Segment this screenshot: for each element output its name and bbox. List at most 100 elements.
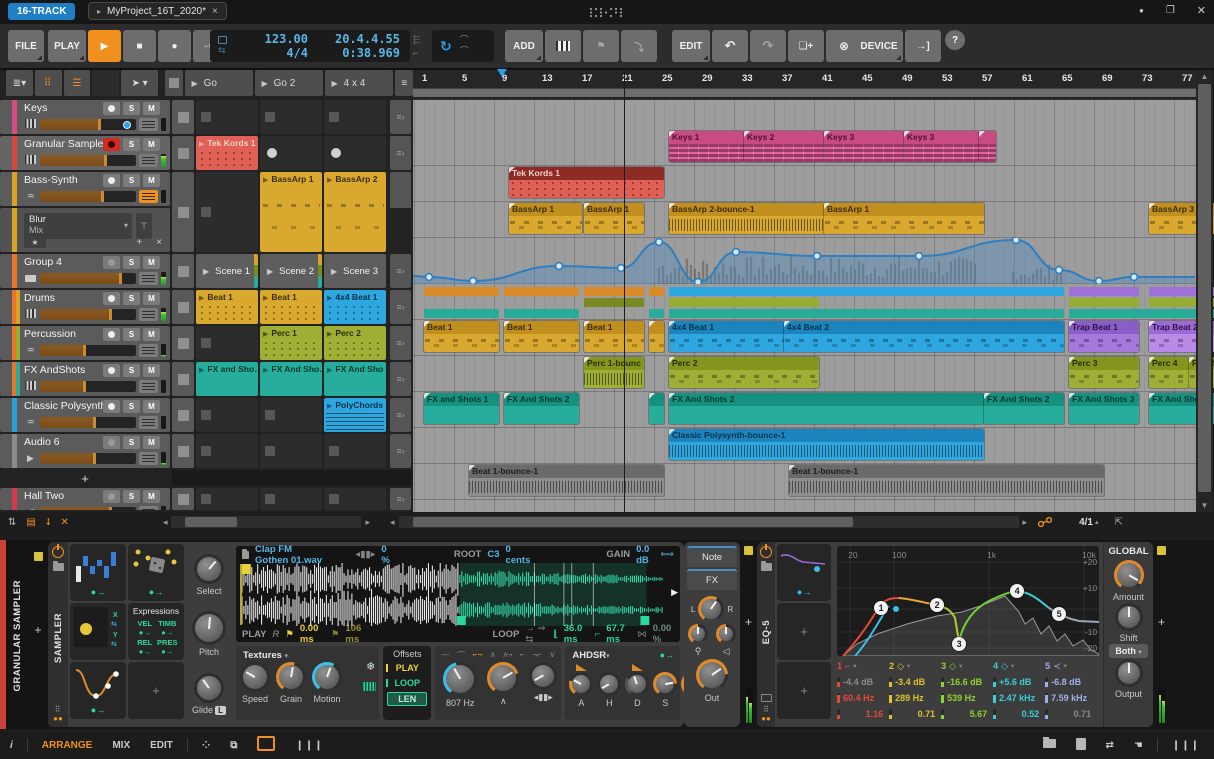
empty-clip-slot[interactable] [201, 494, 211, 504]
launcher-clip[interactable]: ▶ PolyChords [324, 398, 386, 432]
loop-start-value[interactable]: 36.0 ms [564, 623, 589, 645]
eq-band-q[interactable]: 1.16 [837, 706, 889, 722]
arranger-clip[interactable]: FX And Shots 2 [504, 393, 579, 424]
track-header-bass-synth[interactable]: Bass-Synth S M ♒ [0, 172, 170, 206]
launcher-clip[interactable]: ▶ Beat 1 [260, 290, 322, 324]
speed-knob[interactable] [240, 662, 270, 692]
env-a-knob[interactable] [569, 672, 594, 696]
launcher-grid-button[interactable]: ⠿ [34, 70, 62, 96]
track-scene-menu[interactable]: ≡› [390, 326, 411, 360]
eq-color-box[interactable] [744, 546, 753, 555]
chain-color-box[interactable] [33, 552, 43, 561]
track-scene-menu[interactable]: ≡› [390, 290, 411, 324]
eq-band-handle[interactable]: 5 [1052, 607, 1067, 621]
launcher-cell[interactable] [196, 326, 258, 360]
note-volume-knob[interactable] [688, 624, 708, 644]
clip-fade-handle[interactable] [1149, 203, 1155, 209]
volume-fader[interactable] [40, 273, 136, 284]
clip-fade-handle[interactable] [824, 131, 830, 137]
select-knob[interactable] [194, 553, 224, 584]
record-button[interactable]: ● [158, 30, 191, 62]
eq-band-q[interactable]: 0.71 [889, 706, 941, 722]
clip-fade-handle[interactable] [979, 131, 985, 137]
solo-button[interactable]: S [123, 174, 140, 187]
reverse-icon[interactable]: R [272, 629, 279, 640]
eq5-mod-dots-icon[interactable]: ●● [761, 714, 771, 723]
solo-button[interactable]: S [123, 292, 140, 305]
arranger-clip[interactable]: Beat 1-bounce-1 [789, 465, 1104, 496]
mute-button[interactable]: M [143, 328, 160, 341]
transport-display[interactable]: ⇆ 123.00 4/4 20.4.4.55 0:38.969 [210, 30, 410, 62]
pre-roll-icons[interactable]: ⬱ ⌐ [413, 32, 420, 60]
launcher-cell[interactable]: ▶ Perc 2 [324, 326, 386, 360]
record-arm-button[interactable] [103, 364, 120, 377]
arranger-scroll-left[interactable]: ◂ [386, 517, 399, 528]
clip-stop-button[interactable] [172, 398, 194, 432]
clip-stop-button[interactable] [172, 172, 194, 252]
arranger-clip[interactable]: 4x4 Beat 2 [784, 321, 1064, 352]
volume-fader[interactable] [40, 155, 136, 166]
eq-mode-dropdown[interactable]: Both ▾ [1109, 644, 1148, 658]
automation-view-icon[interactable]: ⁘ [202, 740, 210, 751]
track-header-group-4[interactable]: Group 4 SM [0, 254, 170, 288]
clip-fade-handle[interactable] [669, 429, 675, 435]
launcher-scroll-right[interactable]: ▸ [361, 517, 374, 528]
launcher-cell[interactable]: ▶ Scene 3 [324, 254, 386, 288]
stereo-icon[interactable]: ⟺ [660, 549, 674, 560]
launcher-cell[interactable] [324, 136, 386, 170]
solo-button[interactable]: S [123, 138, 140, 151]
expression-pres[interactable]: PRES ●→ [157, 638, 179, 656]
launcher-cell[interactable] [196, 488, 258, 510]
eq-band-freq[interactable]: 289 Hz [889, 690, 941, 706]
add-button[interactable]: ADD [505, 30, 543, 62]
clip-fade-handle[interactable] [824, 203, 830, 209]
mute-button[interactable]: M [143, 364, 160, 377]
track-menu-button[interactable] [139, 272, 158, 285]
track-scene-menu[interactable]: ≡› [390, 362, 411, 396]
scene-header-3[interactable]: ▶ 4 x 4 [325, 70, 394, 96]
sampler-remote-icon[interactable]: ⠿ [55, 705, 62, 714]
eq-curve-display[interactable]: 20 100 1k 10k +20 +10 -10 -20 1 2 3 4 5 [837, 546, 1100, 656]
arranger-clip[interactable]: 4x4 Beat 1 [669, 321, 784, 352]
track-header-classic-polysynth[interactable]: Classic Polysynth S M ♒ [0, 398, 170, 432]
empty-clip-slot[interactable] [329, 446, 339, 456]
launcher-clip[interactable]: ▶ Tek Kords 1 [196, 136, 258, 170]
arranger-clip[interactable] [649, 393, 664, 424]
launcher-cell[interactable]: ▶ Scene 1 [196, 254, 258, 288]
launcher-cell[interactable] [196, 172, 258, 252]
track-scene-menu[interactable]: ≡› [390, 254, 411, 288]
launcher-cell[interactable] [260, 136, 322, 170]
clip-fade-handle[interactable] [669, 203, 675, 209]
clip-stop-button[interactable] [172, 488, 194, 510]
add-device-between-button[interactable]: + [745, 615, 752, 629]
launcher-cell[interactable]: ▶ FX And Sho [324, 362, 386, 396]
launcher-clip[interactable]: ▶ FX And Sho [324, 362, 386, 396]
empty-clip-slot[interactable] [265, 410, 275, 420]
filter-keytrack-knob[interactable] [529, 662, 558, 690]
arranger-clip[interactable] [979, 131, 996, 162]
insert-scene-icon[interactable]: ⭣ [46, 517, 51, 528]
automation-curve[interactable] [413, 238, 1196, 284]
arranger-clip[interactable]: Keys 3 [824, 131, 904, 162]
note-chain-button[interactable]: Note [687, 546, 737, 567]
add-device-end-button[interactable]: + [1158, 615, 1165, 629]
launcher-cell[interactable] [324, 100, 386, 134]
track-header-drums[interactable]: Drums S M [0, 290, 170, 324]
arranger-vscrollbar[interactable]: ▲ ▼ [1196, 70, 1213, 512]
track-scene-menu[interactable]: ≡› [390, 136, 411, 170]
group-scene-cell[interactable]: ▶ Scene 1 [196, 254, 258, 288]
add-instrument-track-button[interactable] [545, 30, 581, 62]
keyboard-track-icon[interactable] [362, 682, 377, 691]
grid-resolution-caret[interactable]: ▴ [1095, 518, 1099, 526]
record-arm-button[interactable] [103, 328, 120, 341]
clip-fade-handle[interactable] [424, 321, 430, 327]
launcher-cell[interactable] [196, 398, 258, 432]
out-knob[interactable] [696, 659, 728, 691]
eq-band-q[interactable]: 5.67 [941, 706, 993, 722]
fx-chain-button[interactable]: FX [687, 569, 737, 590]
arranger-clip[interactable]: Beat 1 [424, 321, 499, 352]
stop-button[interactable]: ■ [123, 30, 156, 62]
env-h-knob[interactable] [597, 672, 622, 696]
env-mod-source-icon[interactable]: ●→ [660, 650, 674, 660]
tab-edit[interactable]: EDIT [150, 740, 173, 751]
